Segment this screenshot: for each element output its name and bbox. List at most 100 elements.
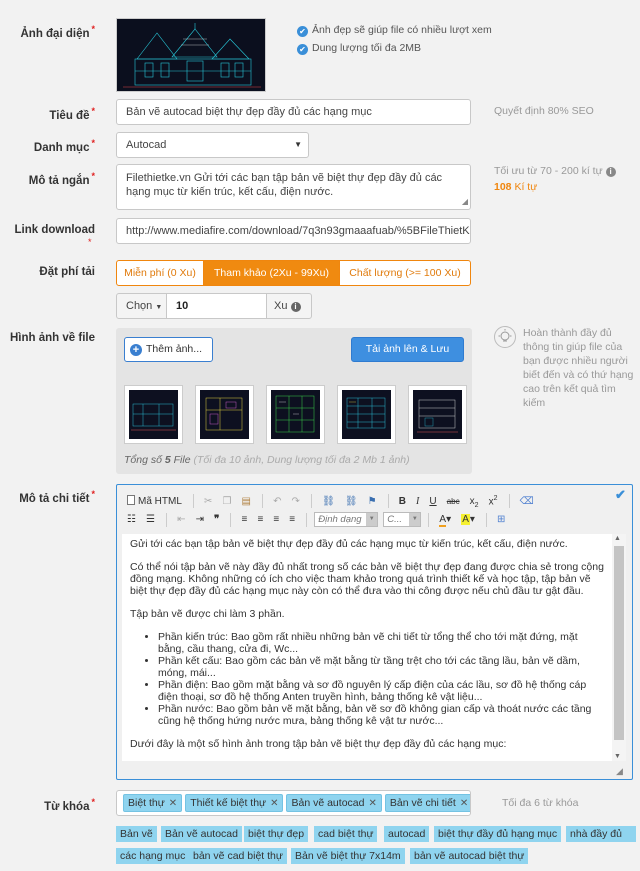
short-desc-label: Mô tả ngắn * [28, 171, 95, 187]
upload-save-button[interactable]: Tải ảnh lên & Lưu [351, 337, 464, 362]
keyword-suggestion[interactable]: Bản vẽ biệt thự 7x14m [291, 848, 405, 864]
keyword-suggestion[interactable]: Bản vẽ [116, 826, 157, 842]
list-item: Phần kiến trúc: Bao gồm rất nhiều những … [158, 631, 604, 655]
paste-icon[interactable]: ▤ [239, 494, 254, 510]
editor-content[interactable]: Gửi tới các bạn tập bản vẽ biệt thự đẹp … [122, 534, 612, 761]
image-thumbnail[interactable] [266, 385, 325, 444]
subscript-icon[interactable]: x2 [467, 494, 482, 510]
caret-down-icon: ▼ [409, 513, 421, 526]
info-icon: i [290, 302, 301, 312]
remove-tag-icon[interactable]: ✕ [270, 798, 278, 809]
editor-toolbar-row-1: Mã HTML ✂ ❐ ▤ ↶ ↷ ⛓ ⛓ ⚑ B I U abc x2 x2 … [124, 491, 614, 509]
keyword-suggestion[interactable]: biệt thự đầy đủ hạng mục [434, 826, 562, 842]
editor-scrollbar[interactable]: ▲ ▼ [612, 534, 626, 761]
image-thumbnail[interactable] [337, 385, 396, 444]
avatar-image[interactable] [116, 18, 266, 92]
check-icon: ✔ [297, 44, 308, 55]
caret-down-icon: ▼ [294, 140, 302, 149]
keyword-tag: Bản vẽ chi tiết ✕ [384, 794, 470, 812]
link-icon[interactable]: ⛓ [319, 494, 338, 510]
download-label: Link download [14, 224, 96, 236]
caret-down-icon: ▼ [155, 304, 163, 311]
keyword-suggestion[interactable]: nhà đầy đủ [566, 826, 636, 842]
category-label: Danh mục * [33, 138, 95, 154]
category-select[interactable]: Autocad ▼ [116, 132, 309, 158]
remove-tag-icon[interactable]: ✕ [368, 798, 376, 809]
caret-down-icon: ▼ [366, 513, 378, 526]
source-button[interactable]: Mã HTML [124, 494, 185, 510]
align-right-icon[interactable]: ≡ [270, 512, 282, 528]
blockquote-icon[interactable]: ❞ [211, 512, 222, 528]
detail-list: Phần kiến trúc: Bao gồm rất nhiều những … [158, 631, 604, 727]
eraser-icon[interactable]: ⌫ [517, 494, 537, 510]
download-input[interactable]: http://www.mediafire.com/download/7q3n93… [116, 218, 471, 244]
check-icon: ✔ [615, 487, 626, 502]
cut-icon[interactable]: ✂ [201, 494, 215, 510]
fee-option-free[interactable]: Miễn phí (0 Xu) [116, 260, 204, 286]
undo-icon[interactable]: ↶ [270, 494, 284, 510]
text-color-icon[interactable]: A▾ [436, 512, 454, 528]
indent-icon[interactable]: ⇥ [193, 512, 207, 528]
resize-handle-icon[interactable]: ◢ [616, 766, 623, 777]
keyword-suggestion[interactable]: cad biệt thự [314, 826, 378, 842]
image-thumbnail[interactable] [195, 385, 254, 444]
detail-paragraph: Gửi tới các bạn tập bản vẽ biệt thự đẹp … [130, 538, 568, 550]
fee-option-reference[interactable]: Tham khảo (2Xu - 99Xu) [203, 260, 340, 286]
keywords-hint: Tối đa 6 từ khóa [502, 797, 579, 809]
short-desc-textarea[interactable]: Filethietke.vn Gửi tới các bạn tập bản v… [116, 164, 471, 210]
resize-handle-icon[interactable]: ◢ [462, 195, 468, 209]
lightbulb-icon [494, 326, 516, 348]
strikethrough-icon[interactable]: abc [444, 494, 463, 510]
redo-icon[interactable]: ↷ [289, 494, 303, 510]
title-input[interactable]: Bản vẽ autocad biệt thự đẹp đầy đủ các h… [116, 99, 471, 125]
unlink-icon[interactable]: ⛓ [342, 494, 361, 510]
keyword-suggestion[interactable]: các hạng mục [116, 848, 190, 864]
fee-option-quality[interactable]: Chất lượng (>= 100 Xu) [339, 260, 471, 286]
keyword-suggestion[interactable]: autocad [384, 826, 430, 842]
bullet-list-icon[interactable]: ☰ [143, 512, 158, 528]
maximize-icon[interactable]: ⊞ [494, 512, 508, 528]
list-item: Phần kết cấu: Bao gồm các bản vẽ mặt bằn… [158, 655, 604, 679]
add-image-button[interactable]: + Thêm ảnh... [124, 337, 213, 362]
short-desc-hint: Tối ưu từ 70 - 200 kí tự i [494, 165, 616, 177]
font-size-select[interactable]: C... ▼ [383, 512, 422, 527]
image-thumbnail[interactable] [124, 385, 183, 444]
underline-icon[interactable]: U [426, 494, 439, 510]
scrollbar-thumb[interactable] [614, 546, 624, 740]
images-total: Tổng số 5 File (Tối đa 10 ảnh, Dung lượn… [124, 454, 410, 466]
plus-circle-icon: + [130, 344, 142, 356]
fee-choose-dropdown[interactable]: Chọn ▼ [116, 293, 167, 319]
images-label: Hình ảnh về file [10, 332, 95, 344]
keywords-input[interactable]: Biệt thự ✕ Thiết kế biệt thự ✕ Bản vẽ autoca… [116, 790, 471, 816]
format-select[interactable]: Định dạng ▼ [314, 512, 379, 527]
align-justify-icon[interactable]: ≡ [286, 512, 298, 528]
keyword-suggestion[interactable]: biệt thự đẹp [244, 826, 309, 842]
avatar-label: Ảnh đại diện * [20, 24, 95, 40]
remove-tag-icon[interactable]: ✕ [460, 798, 468, 809]
fee-amount-input[interactable]: 10 [166, 293, 267, 319]
italic-icon[interactable]: I [413, 494, 422, 510]
anchor-icon[interactable]: ⚑ [365, 494, 380, 510]
remove-tag-icon[interactable]: ✕ [169, 798, 177, 809]
list-item: Phần nước: Bao gồm bản vẽ mặt bằng, bản … [158, 703, 604, 727]
avatar-note-size: ✔ Dung lượng tối đa 2MB [297, 42, 421, 55]
copy-icon[interactable]: ❐ [219, 494, 234, 510]
editor-toolbar-row-2: ☷ ☰ ⇤ ⇥ ❞ ≡ ≡ ≡ ≡ Định dạng ▼ C... ▼ A▾ A▾… [124, 512, 614, 530]
image-thumbnail[interactable] [408, 385, 467, 444]
numbered-list-icon[interactable]: ☷ [124, 512, 139, 528]
document-icon [127, 495, 135, 506]
background-color-icon[interactable]: A▾ [458, 512, 478, 528]
align-center-icon[interactable]: ≡ [254, 512, 266, 528]
keyword-suggestion[interactable]: bản vẽ cad biệt thự [189, 848, 287, 864]
fee-unit-addon: Xu i [266, 293, 312, 319]
align-left-icon[interactable]: ≡ [239, 512, 251, 528]
superscript-icon[interactable]: x2 [486, 491, 501, 507]
fee-label: Đặt phí tải [39, 266, 95, 278]
keyword-suggestion[interactable]: bản vẽ autocad biệt thự [410, 848, 529, 864]
keyword-suggestion[interactable]: Bản vẽ autocad [161, 826, 242, 842]
bold-icon[interactable]: B [396, 494, 409, 510]
outdent-icon[interactable]: ⇤ [174, 512, 188, 528]
info-icon: i [605, 167, 616, 177]
list-item: Phần điện: Bao gồm mặt bằng và sơ đồ ngu… [158, 679, 604, 703]
title-seo-hint: Quyết định 80% SEO [494, 105, 594, 117]
